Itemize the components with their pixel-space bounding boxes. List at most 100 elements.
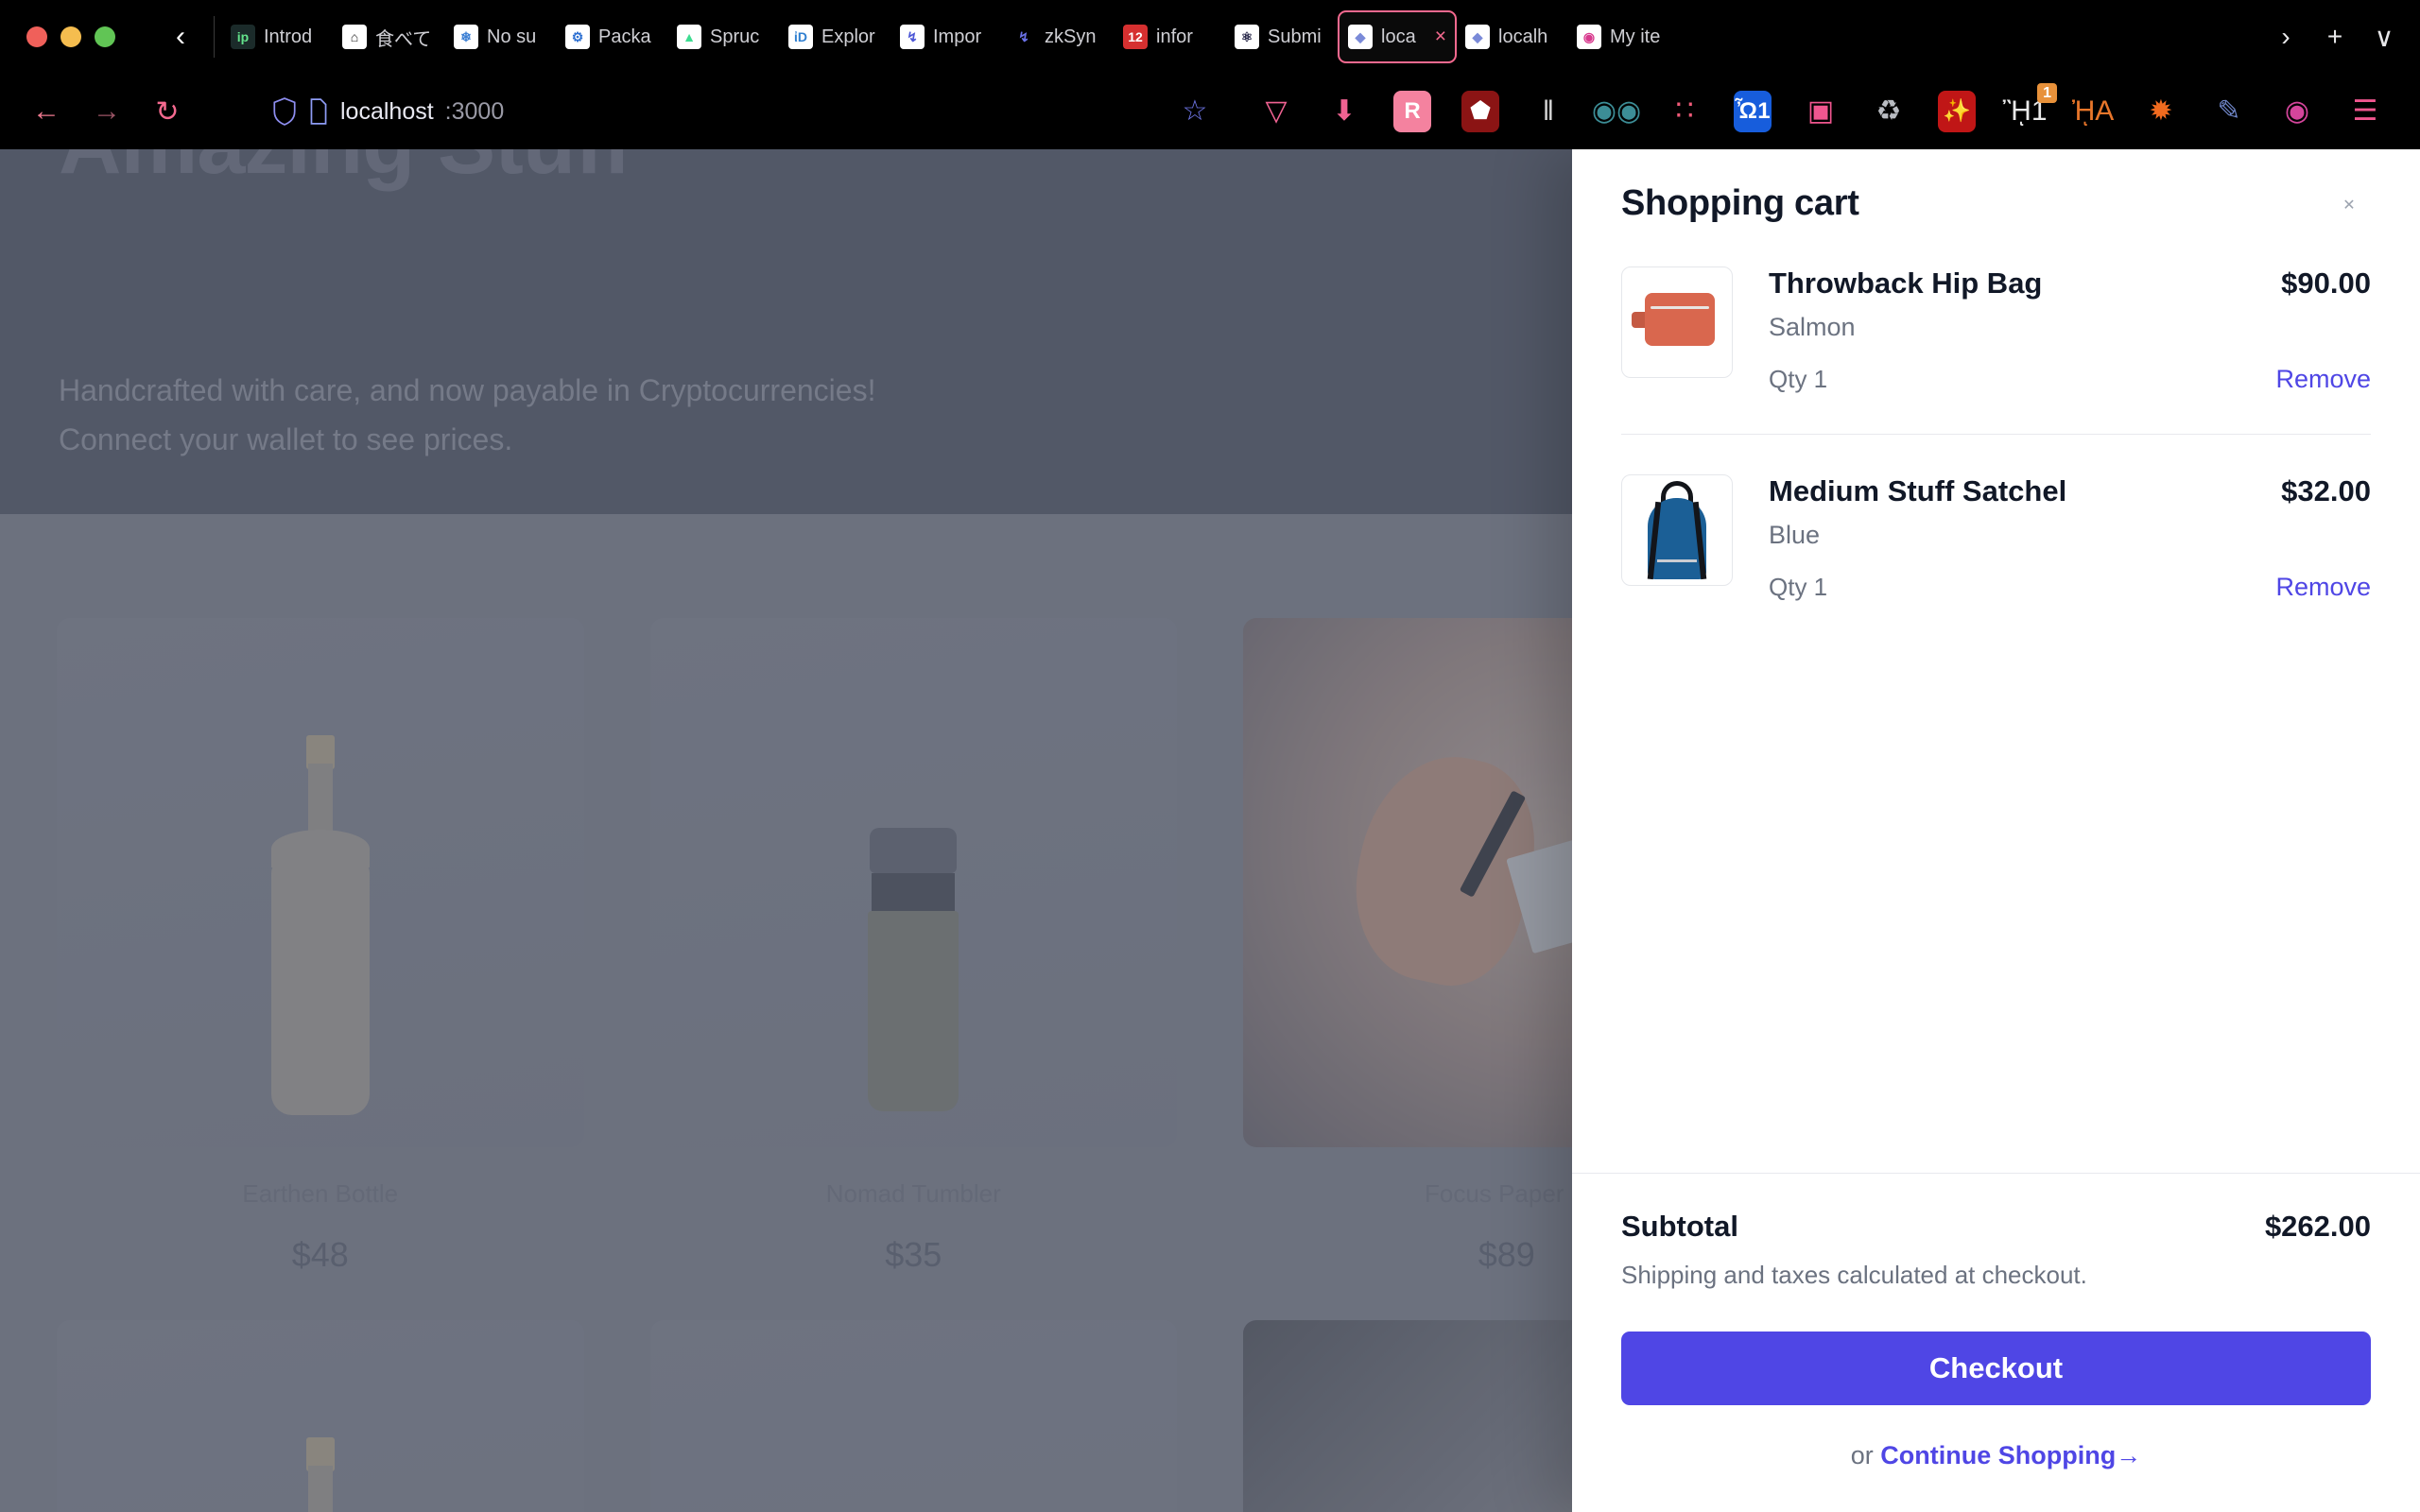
url-port-text: :3000 [444,97,505,125]
browser-tab-active[interactable]: ◆ loca × [1338,10,1457,63]
cart-item-quantity: Qty 1 [1769,573,1828,601]
product-card[interactable] [57,1320,584,1512]
reload-button[interactable]: ↻ [142,86,193,137]
browser-tab[interactable]: ⚛ Submi [1226,10,1338,63]
magic-wand-icon-glyph: ✨ [1938,91,1976,132]
browser-tab[interactable]: ↯ Impor [891,10,1003,63]
star-burst-icon-glyph: ✹ [2149,95,2173,127]
tab-favicon-icon: ⌂ [342,25,367,49]
cart-item-thumbnail[interactable] [1621,266,1733,378]
remove-item-button[interactable]: Remove [2275,573,2371,602]
pocket-icon[interactable]: ▽ [1253,89,1299,134]
continue-shopping-link[interactable]: Continue Shopping→ [1880,1441,2141,1469]
bitwarden-icon[interactable]: Ὦ1 [1730,89,1775,134]
cart-item-price: $32.00 [2281,474,2371,507]
close-window-button[interactable] [26,26,47,47]
cart-item-thumbnail[interactable] [1621,474,1733,586]
address-bar[interactable]: localhost:3000 [202,86,1161,137]
close-icon[interactable]: ✕ [2327,183,2371,227]
browser-tab[interactable]: ⚙ Packa [557,10,668,63]
browser-tab[interactable]: ❄ No su [445,10,557,63]
ublock-origin-icon[interactable]: ⬟ [1458,89,1503,134]
eyedropper-icon[interactable]: ✎ [2206,89,2252,134]
tab-label: localh [1498,26,1548,47]
browser-tab[interactable]: ◉ My ite [1568,10,1680,63]
sticky-note-icon[interactable]: ▣ [1798,89,1843,134]
eyedropper-icon-glyph: ✎ [2217,95,2241,127]
product-card[interactable]: Earthen Bottle $48 [57,618,584,1275]
hero-subtitle: Handcrafted with care, and now payable i… [59,367,875,465]
cart-item-variant: Blue [1769,521,1821,549]
tab-list: ip Introd ⌂ 食べて ❄ No su ⚙ Packa ▲ Spruc ἰD Explor ↯ I… [222,10,2257,63]
browser-window: ‹ ip Introd ⌂ 食べて ❄ No su ⚙ Packa ▲ Spruc ἰD Explor… [0,0,2420,1512]
new-tab-button[interactable]: + [2312,14,2358,60]
subtotal-label: Subtotal [1621,1210,1738,1243]
tab-favicon-icon: 12 [1123,25,1148,49]
browser-tab[interactable]: ip Introd [222,10,334,63]
ublock-origin-icon-glyph: ⬟ [1461,91,1499,132]
tab-divider [214,16,215,58]
trash-icon[interactable]: ♻ [1866,89,1911,134]
maximize-window-button[interactable] [95,26,115,47]
tab-strip-actions: › + ∨ [2257,14,2407,60]
badger-icon[interactable]: ᾚ1 1 [2002,83,2057,134]
scroll-tabs-right-button[interactable]: › [2263,14,2308,60]
cart-title: Shopping cart [1621,183,1859,223]
product-price: $48 [291,1235,349,1274]
scroll-tabs-left-button[interactable]: ‹ [155,11,206,62]
remove-item-button[interactable]: Remove [2275,365,2371,394]
grid-apps-icon-glyph: ∷ [1675,95,1694,127]
hamburger-menu-icon[interactable]: ☰ [2342,89,2388,134]
tab-favicon-icon: ❄ [454,25,478,49]
minimize-window-button[interactable] [60,26,81,47]
r-extension-icon-glyph: R [1393,91,1431,132]
tab-label: My ite [1610,26,1661,47]
cart-item-name[interactable]: Throwback Hip Bag [1769,266,2042,301]
continue-shopping-row: or Continue Shopping→ [1621,1441,2371,1470]
shipping-note: Shipping and taxes calculated at checkou… [1621,1261,2087,1289]
bookmark-star-icon-glyph: ☆ [1182,95,1208,127]
tab-close-icon[interactable]: × [1435,26,1446,48]
tab-label: Packa [598,26,651,47]
product-card[interactable]: Nomad Tumbler $35 [649,618,1177,1275]
product-card[interactable] [649,1320,1177,1512]
tab-favicon-icon: ἰD [788,25,813,49]
list-all-tabs-button[interactable]: ∨ [2361,14,2407,60]
tab-strip: ‹ ip Introd ⌂ 食べて ❄ No su ⚙ Packa ▲ Spruc ἰD Explor… [0,0,2420,74]
shield-icon[interactable] [272,97,297,126]
glasses-icon-glyph: ◉◉ [1591,95,1642,127]
page-info-icon[interactable] [308,98,329,125]
product-image [57,1320,584,1512]
firefox-icon[interactable]: ᾘA [2070,89,2116,134]
satchel-thumbnail [1644,481,1710,580]
star-burst-icon[interactable]: ✹ [2138,89,2184,134]
browser-tab[interactable]: ἰD Explor [780,10,891,63]
tab-favicon-icon: ◉ [1577,25,1601,49]
camera-icon-glyph: ◉ [2284,95,2310,127]
tab-favicon-icon: ◆ [1348,25,1373,49]
bookmark-star-icon[interactable]: ☆ [1172,89,1218,134]
browser-tab[interactable]: 12 infor [1115,10,1226,63]
browser-tab[interactable]: ▲ Spruc [668,10,780,63]
browser-tab[interactable]: ↯ zkSyn [1003,10,1115,63]
tab-favicon-icon: ⚙ [565,25,590,49]
camera-icon[interactable]: ◉ [2274,89,2320,134]
back-button[interactable]: ← [21,86,72,137]
checkout-button[interactable]: Checkout [1621,1332,2371,1405]
pocket-icon-glyph: ▽ [1265,95,1288,127]
glasses-icon[interactable]: ◉◉ [1591,89,1642,134]
fence-icon[interactable]: ‖ [1526,89,1571,134]
magic-wand-icon[interactable]: ✨ [1934,89,1979,134]
r-extension-icon[interactable]: R [1390,89,1435,134]
hero-subtitle-line2: Connect your wallet to see prices. [59,421,513,456]
grid-apps-icon[interactable]: ∷ [1662,89,1707,134]
tab-favicon-icon: ▲ [677,25,701,49]
browser-tab[interactable]: ⌂ 食べて [334,10,445,63]
forward-button[interactable]: → [81,86,132,137]
downloads-icon[interactable]: ⬇ [1322,89,1367,134]
cart-header: Shopping cart ✕ [1572,149,2420,227]
browser-tab[interactable]: ◆ localh [1457,10,1568,63]
tumbler-illustration [864,828,962,1111]
cart-item-name[interactable]: Medium Stuff Satchel [1769,474,2066,508]
cart-footer: Subtotal $262.00 Shipping and taxes calc… [1572,1173,2420,1512]
